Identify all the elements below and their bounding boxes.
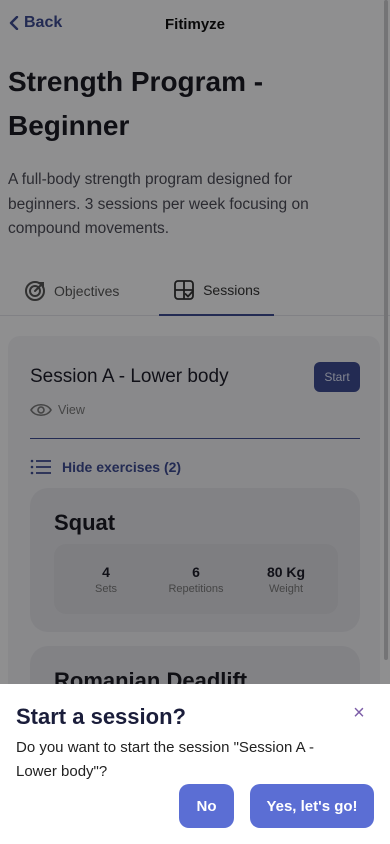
start-session-dialog: Start a session? × Do you want to start … (0, 684, 390, 844)
close-icon[interactable]: × (350, 703, 368, 723)
no-button[interactable]: No (179, 784, 234, 828)
dialog-title: Start a session? (16, 704, 186, 729)
dialog-message: Do you want to start the session "Sessio… (16, 739, 314, 780)
confirm-button[interactable]: Yes, let's go! (250, 784, 374, 828)
